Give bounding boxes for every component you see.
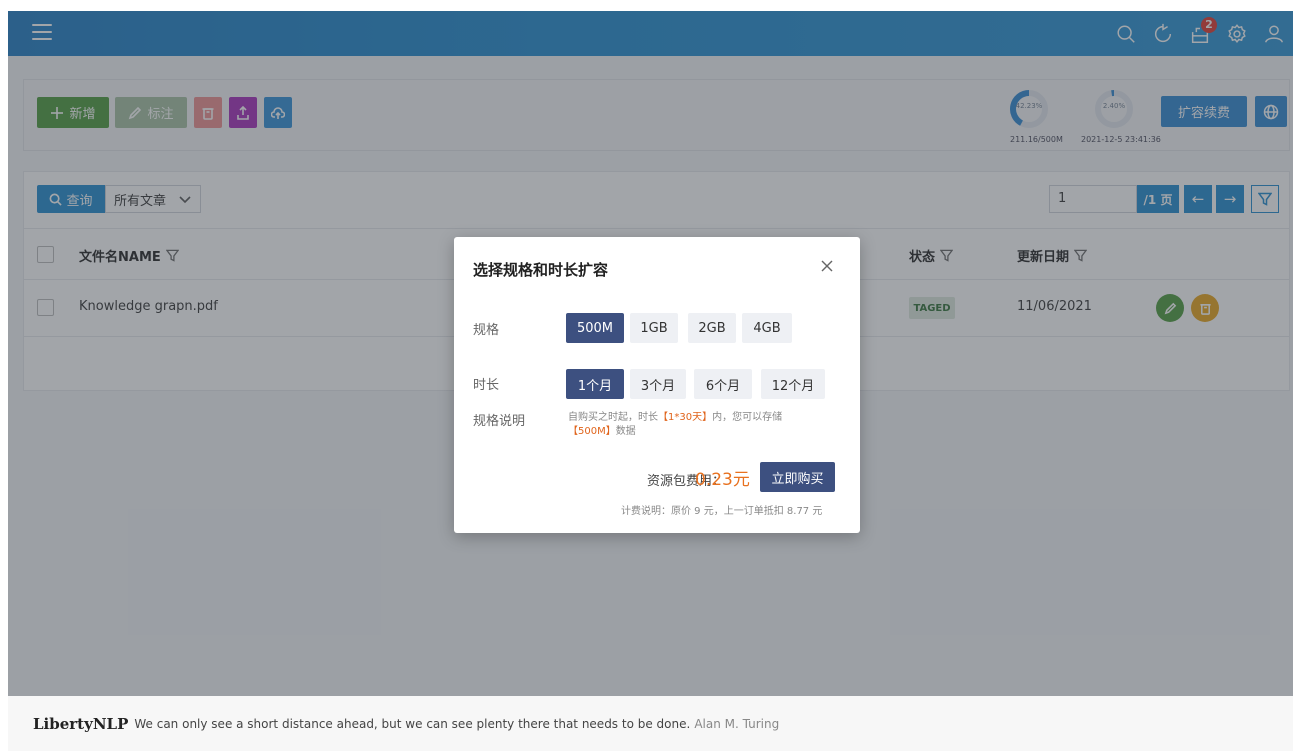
spec-option-500m[interactable]: 500M: [566, 313, 624, 343]
buy-now-button[interactable]: 立即购买: [760, 462, 835, 492]
desc-highlight-duration: 【1*30天】: [658, 412, 713, 423]
duration-label: 时长: [473, 378, 500, 393]
modal-title: 选择规格和时长扩容: [473, 261, 609, 279]
spec-label: 规格: [473, 323, 500, 338]
duration-option-1m[interactable]: 1个月: [566, 369, 624, 399]
footer-author: Alan M. Turing: [694, 716, 780, 731]
spec-option-4gb[interactable]: 4GB: [742, 313, 792, 343]
duration-option-3m[interactable]: 3个月: [630, 369, 686, 399]
footer-quote: We can only see a short distance ahead, …: [134, 716, 691, 731]
spec-desc-label: 规格说明: [473, 414, 526, 429]
desc-text-1: 自购买之时起，时长: [568, 412, 658, 423]
fee-note: 计费说明：原价 9 元，上一订单抵扣 8.77 元: [621, 506, 823, 517]
duration-option-6m[interactable]: 6个月: [694, 369, 752, 399]
footer: LibertyNLP We can only see a short dista…: [8, 696, 1293, 751]
desc-highlight-size: 【500M】: [568, 426, 616, 437]
fee-value: 0.23元: [695, 470, 750, 490]
spec-option-2gb[interactable]: 2GB: [688, 313, 736, 343]
spec-description: 自购买之时起，时长【1*30天】内，您可以存储 【500M】数据: [568, 411, 828, 439]
desc-text-3: 数据: [615, 426, 636, 437]
spec-option-1gb[interactable]: 1GB: [630, 313, 678, 343]
expand-capacity-modal: 选择规格和时长扩容 规格 500M 1GB 2GB 4GB 时长 1个月 3个月…: [454, 237, 860, 533]
duration-option-12m[interactable]: 12个月: [761, 369, 825, 399]
desc-text-2: 内，您可以存储: [712, 412, 783, 423]
footer-brand: LibertyNLP: [33, 714, 129, 733]
close-icon[interactable]: [818, 257, 836, 275]
